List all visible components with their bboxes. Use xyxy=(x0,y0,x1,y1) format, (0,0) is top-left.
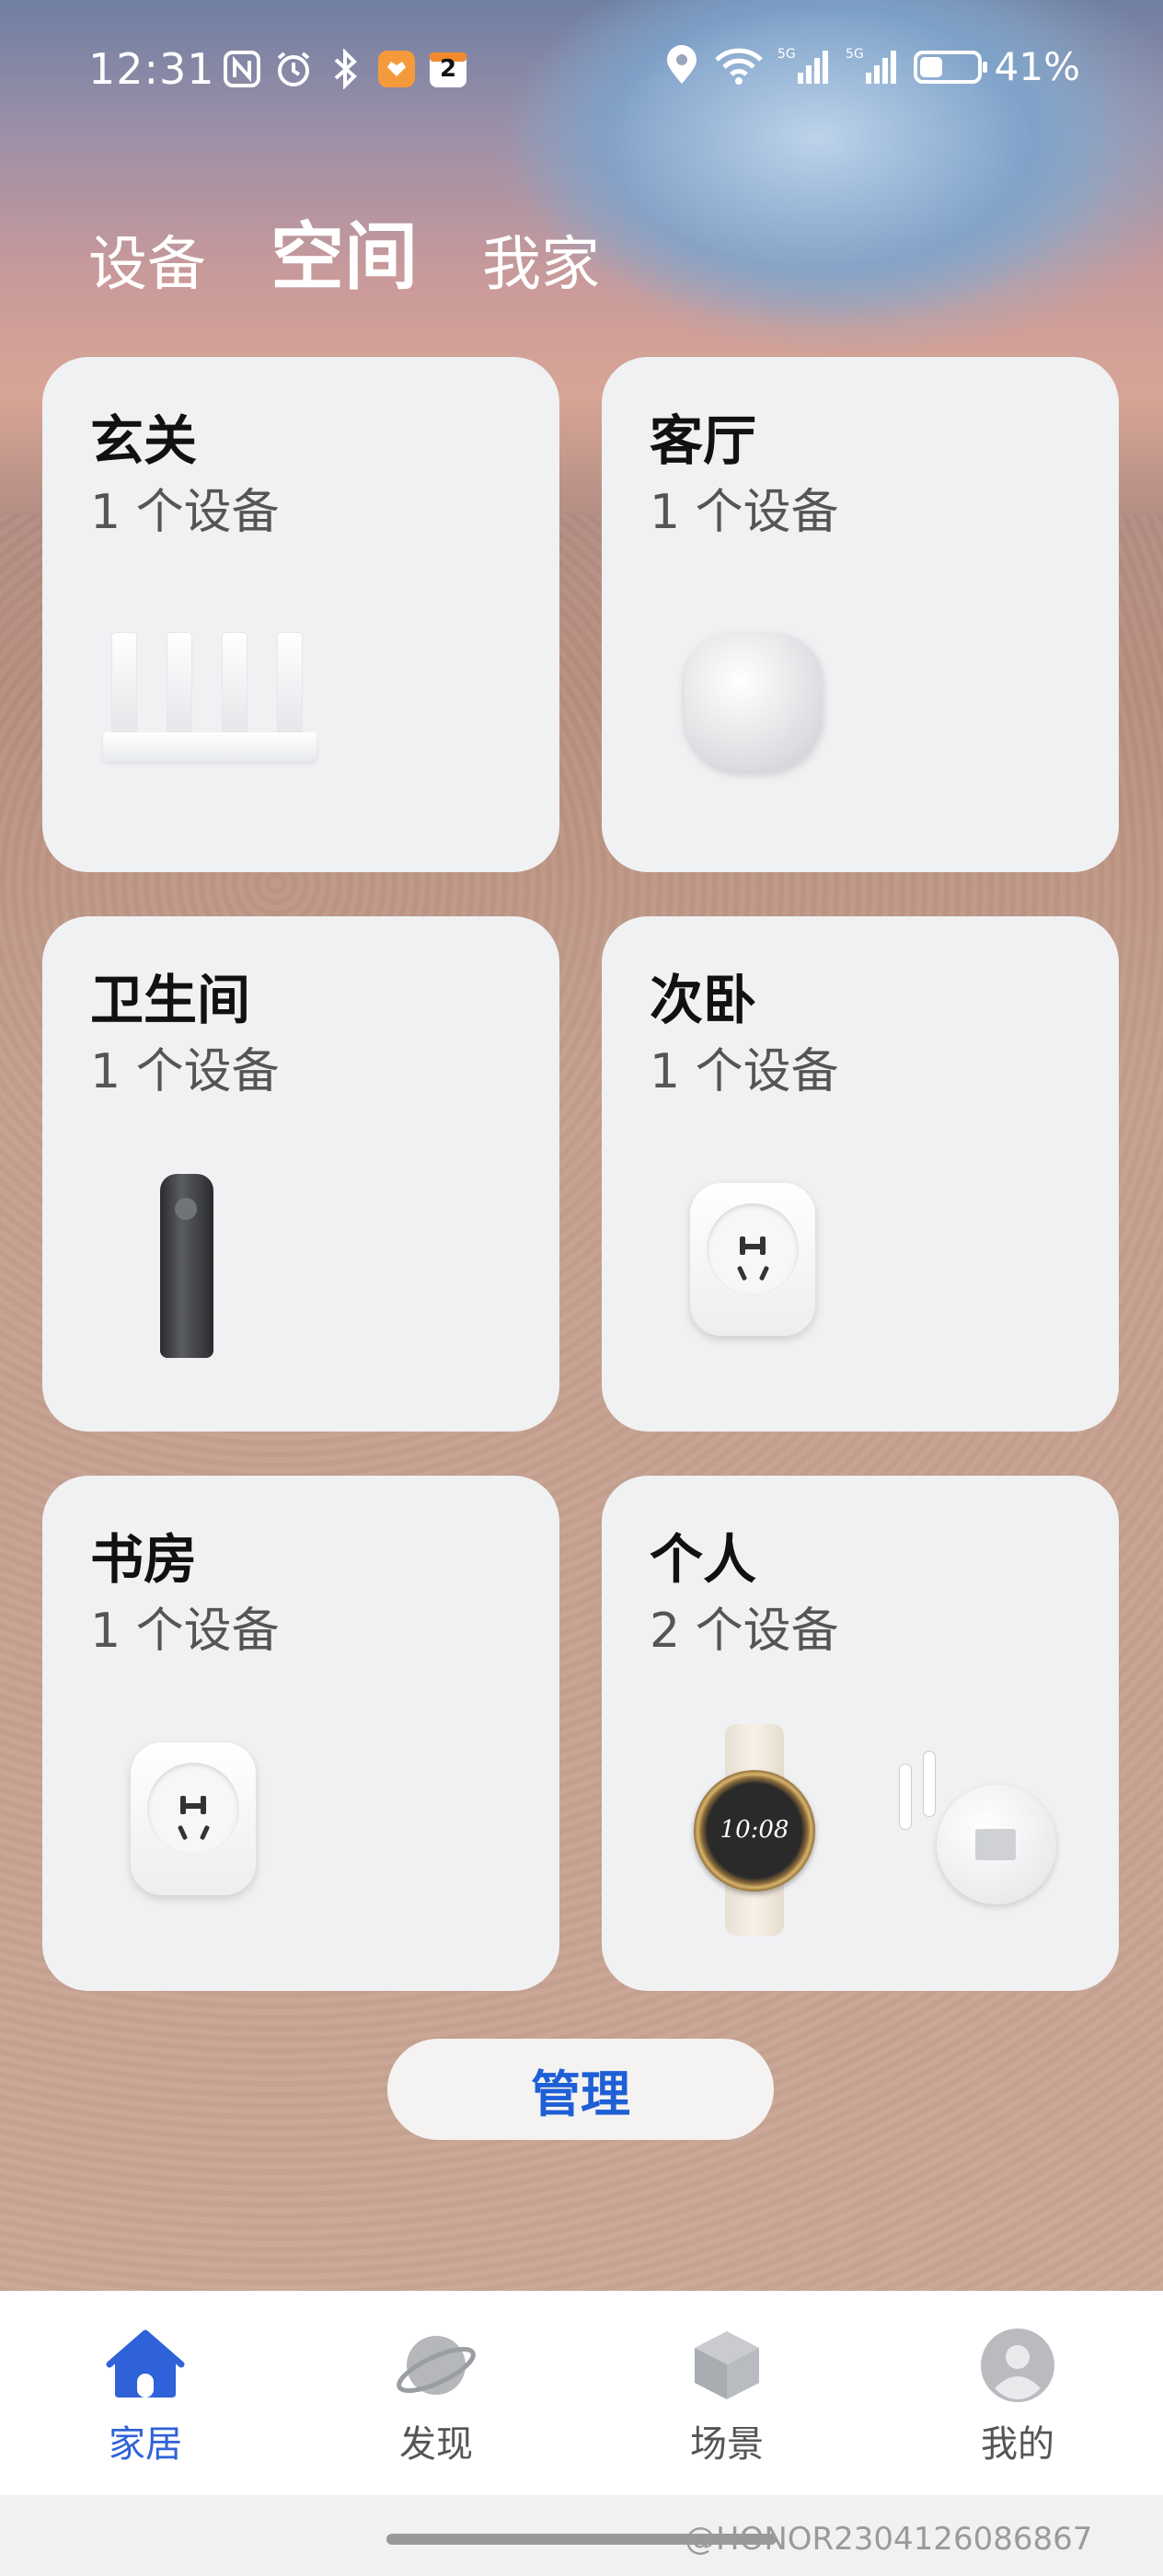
tab-devices[interactable]: 设备 xyxy=(88,236,206,294)
nav-label: 家居 xyxy=(109,2423,182,2466)
room-name: 客厅 xyxy=(650,409,757,472)
top-tabs: 设备 空间 我家 xyxy=(88,221,600,295)
cube-icon xyxy=(695,2331,759,2399)
home-icon xyxy=(106,2329,185,2398)
svg-text:5G: 5G xyxy=(777,47,796,62)
nav-item-discover[interactable]: 发现 xyxy=(317,2291,556,2467)
room-name: 书房 xyxy=(90,1528,198,1591)
room-device-count: 1 个设备 xyxy=(650,485,839,540)
nfc-icon xyxy=(221,48,263,90)
room-name: 个人 xyxy=(650,1528,757,1591)
router-device-image xyxy=(96,633,335,762)
alarm-icon xyxy=(272,48,315,90)
tab-spaces[interactable]: 空间 xyxy=(271,221,418,294)
watch-face-time: 10:08 xyxy=(720,1816,789,1844)
room-grid: 玄关 1 个设备 客厅 1 个设备 卫生间 1 个设备 次卧 1 个设备 书房 … xyxy=(42,357,1121,1991)
room-card-living-room[interactable]: 客厅 1 个设备 xyxy=(602,357,1119,872)
planet-icon xyxy=(397,2336,476,2395)
smart-plug-device-image xyxy=(690,1183,815,1336)
room-card-entrance[interactable]: 玄关 1 个设备 xyxy=(42,357,559,872)
smart-plug-device-image xyxy=(131,1742,256,1895)
room-device-count: 1 个设备 xyxy=(90,485,280,540)
room-card-study[interactable]: 书房 1 个设备 xyxy=(42,1476,559,1991)
earbuds-device-image xyxy=(896,1752,1071,1926)
room-device-count: 1 个设备 xyxy=(650,1044,839,1099)
room-card-second-bedroom[interactable]: 次卧 1 个设备 xyxy=(602,916,1119,1432)
signal-5g-icon: 5G xyxy=(777,45,833,89)
system-nav-area: @HONOR2304126086867 xyxy=(0,2495,1163,2576)
location-icon xyxy=(663,44,700,89)
nav-label: 发现 xyxy=(399,2423,473,2466)
user-icon xyxy=(981,2329,1054,2402)
room-device-count: 1 个设备 xyxy=(90,1604,280,1659)
nav-label: 我的 xyxy=(981,2423,1054,2466)
nav-item-profile[interactable]: 我的 xyxy=(898,2291,1137,2467)
room-device-count: 2 个设备 xyxy=(650,1604,839,1659)
status-bar: 12:31 2 5G 5G 41% xyxy=(0,0,1163,138)
smart-watch-device-image: 10:08 xyxy=(690,1724,819,1936)
room-device-count: 1 个设备 xyxy=(90,1044,280,1099)
bluetooth-icon xyxy=(324,48,366,90)
smart-speaker-device-image xyxy=(685,633,823,771)
nav-item-home[interactable]: 家居 xyxy=(26,2291,265,2467)
manage-button[interactable]: 管理 xyxy=(387,2039,774,2140)
battery-icon xyxy=(913,50,987,84)
bottom-nav: 家居 发现 场景 我的 xyxy=(0,2291,1163,2495)
shaver-device-image xyxy=(160,1174,213,1358)
battery-percent: 41% xyxy=(994,44,1080,89)
nav-item-scenes[interactable]: 场景 xyxy=(607,2291,846,2467)
calendar-icon: 2 xyxy=(427,48,469,90)
room-card-bathroom[interactable]: 卫生间 1 个设备 xyxy=(42,916,559,1432)
app-badge-icon xyxy=(375,48,418,90)
room-name: 卫生间 xyxy=(90,969,251,1031)
watermark: @HONOR2304126086867 xyxy=(685,2521,1093,2558)
room-card-personal[interactable]: 个人 2 个设备 10:08 xyxy=(602,1476,1119,1991)
room-name: 次卧 xyxy=(650,969,757,1031)
status-time: 12:31 xyxy=(88,44,215,94)
wifi-icon xyxy=(713,45,765,89)
signal-5g-icon-2: 5G xyxy=(846,45,901,89)
room-name: 玄关 xyxy=(90,409,198,472)
status-left-icons: 2 xyxy=(221,48,469,90)
calendar-badge: 2 xyxy=(439,55,457,83)
nav-label: 场景 xyxy=(690,2423,764,2466)
svg-text:5G: 5G xyxy=(846,47,864,62)
tab-my-home[interactable]: 我家 xyxy=(482,236,600,294)
status-right: 5G 5G 41% xyxy=(663,44,1080,89)
